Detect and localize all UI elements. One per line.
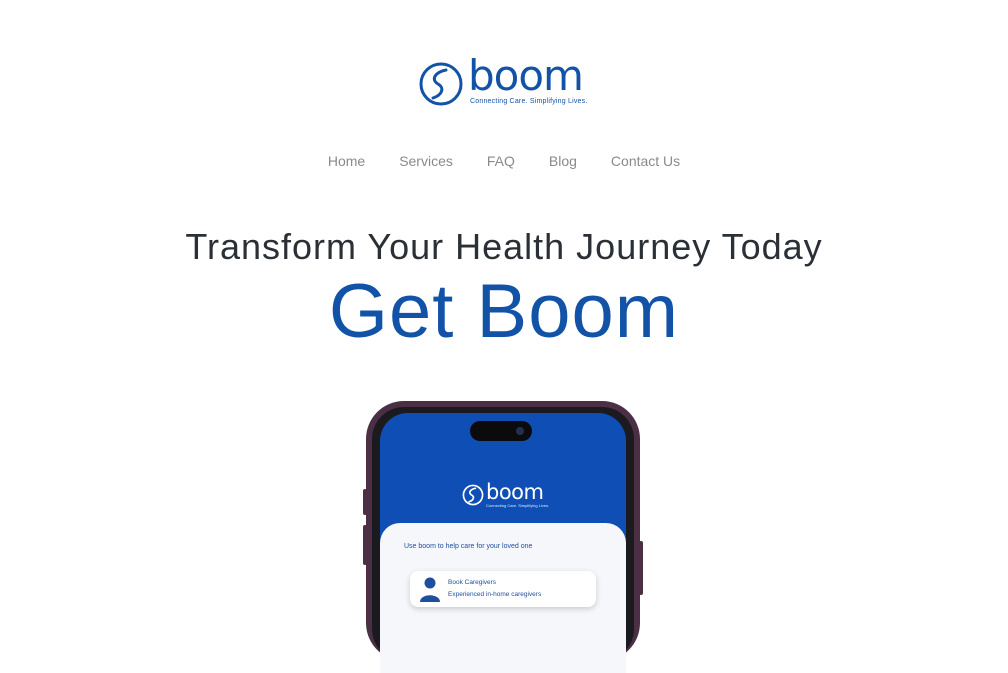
hero-headline: Transform Your Health Journey Today — [185, 226, 823, 267]
app-intro-text: Use boom to help care for your loved one — [404, 543, 533, 550]
main-nav: Home Services FAQ Blog Contact Us — [0, 151, 1008, 171]
phone-side-button — [363, 525, 367, 565]
phone-mockup: boom Connecting Care. Simplifying Lives.… — [363, 401, 643, 673]
card-subtitle: Experienced in-home caregivers — [448, 591, 542, 598]
nav-home[interactable]: Home — [328, 151, 365, 171]
brand-logo[interactable]: boom Connecting Care. Simplifying Lives. — [418, 52, 593, 110]
phone-screen: boom Connecting Care. Simplifying Lives.… — [380, 413, 626, 673]
nav-services[interactable]: Services — [399, 151, 453, 171]
logo-mark-icon — [419, 62, 463, 106]
nav-faq[interactable]: FAQ — [487, 151, 515, 171]
app-logo-mark-icon — [462, 484, 484, 506]
caregiver-icon — [420, 577, 440, 602]
phone-side-button — [363, 489, 367, 515]
app-brand-tagline: Connecting Care. Simplifying Lives. — [486, 503, 550, 508]
app-brand-name: boom — [486, 480, 544, 504]
camera-icon — [516, 427, 524, 435]
app-content-sheet: Use boom to help care for your loved one… — [380, 523, 626, 673]
dynamic-island — [470, 421, 532, 441]
phone-side-button — [639, 541, 643, 595]
app-logo: boom Connecting Care. Simplifying Lives. — [462, 480, 562, 513]
card-title: Book Caregivers — [448, 579, 497, 586]
brand-name: boom — [468, 51, 584, 100]
book-caregivers-card[interactable]: Book Caregivers Experienced in-home care… — [410, 571, 596, 607]
brand-tagline: Connecting Care. Simplifying Lives. — [470, 98, 588, 105]
nav-contact-us[interactable]: Contact Us — [611, 151, 680, 171]
nav-blog[interactable]: Blog — [549, 151, 577, 171]
hero-cta-title: Get Boom — [328, 269, 680, 354]
